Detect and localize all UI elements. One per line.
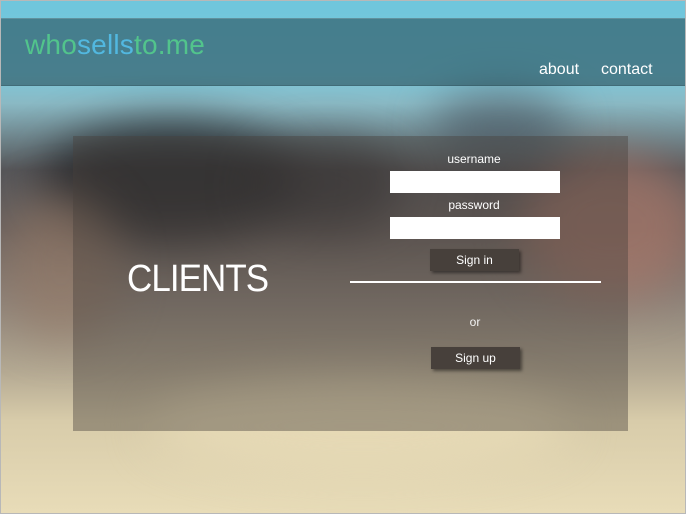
logo-part-to: to — [133, 29, 158, 60]
site-logo[interactable]: whosellsto.me — [25, 27, 205, 63]
clients-heading: CLIENTS — [127, 258, 269, 300]
divider — [350, 281, 601, 283]
sign-in-button[interactable]: Sign in — [430, 249, 519, 271]
login-panel: CLIENTS username password Sign in or Sig… — [73, 136, 628, 431]
logo-part-who: who — [25, 29, 77, 60]
nav-link-about[interactable]: about — [539, 61, 579, 79]
header-bar: whosellsto.me about contact — [1, 18, 685, 86]
nav-link-contact[interactable]: contact — [601, 61, 653, 79]
page: whosellsto.me about contact CLIENTS user… — [0, 0, 686, 514]
password-input[interactable] — [390, 217, 560, 239]
password-label: password — [448, 198, 500, 212]
username-input[interactable] — [390, 171, 560, 193]
logo-part-sells: sells — [76, 29, 134, 60]
sign-up-button[interactable]: Sign up — [431, 347, 520, 369]
or-text: or — [469, 315, 481, 329]
username-label: username — [447, 152, 501, 166]
logo-part-me: .me — [157, 29, 206, 60]
